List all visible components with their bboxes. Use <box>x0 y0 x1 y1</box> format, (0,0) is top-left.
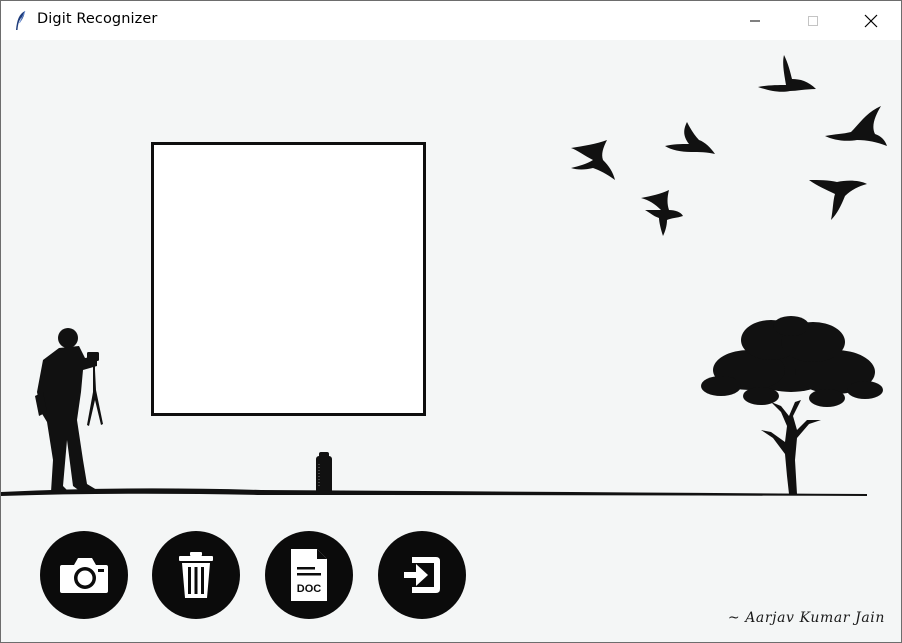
app-window: Digit Recognizer DOC ~ Aarjav Kumar Jain <box>0 0 902 643</box>
bird <box>571 140 615 180</box>
doc-label: DOC <box>297 583 322 595</box>
bird <box>641 190 683 236</box>
author-credit: ~ Aarjav Kumar Jain <box>727 610 885 626</box>
photographer-silhouette <box>35 328 103 492</box>
window-title: Digit Recognizer <box>37 11 158 27</box>
doc-file-icon: DOC <box>291 549 327 601</box>
bird <box>809 180 867 220</box>
camera-icon <box>60 558 108 593</box>
birds-silhouette <box>571 55 887 236</box>
feather-icon <box>16 10 26 30</box>
post-silhouette <box>316 452 332 494</box>
ground-line <box>1 488 867 496</box>
bird <box>825 106 887 146</box>
app-content: DOC ~ Aarjav Kumar Jain <box>1 40 901 642</box>
bird <box>758 55 816 92</box>
trash-icon <box>179 552 213 598</box>
minimize-button[interactable] <box>726 1 784 40</box>
minimize-icon <box>750 20 760 21</box>
drawing-canvas[interactable] <box>151 142 426 416</box>
capture-button[interactable] <box>40 531 128 619</box>
clear-button[interactable] <box>152 531 240 619</box>
close-icon <box>864 14 878 27</box>
exit-button[interactable] <box>378 531 466 619</box>
maximize-icon <box>808 15 818 26</box>
maximize-button[interactable] <box>784 1 842 40</box>
tree-silhouette <box>701 316 883 494</box>
bird <box>665 122 715 154</box>
document-button[interactable]: DOC <box>265 531 353 619</box>
title-bar[interactable]: Digit Recognizer <box>1 1 901 40</box>
close-button[interactable] <box>842 1 900 40</box>
exit-icon <box>404 557 440 593</box>
